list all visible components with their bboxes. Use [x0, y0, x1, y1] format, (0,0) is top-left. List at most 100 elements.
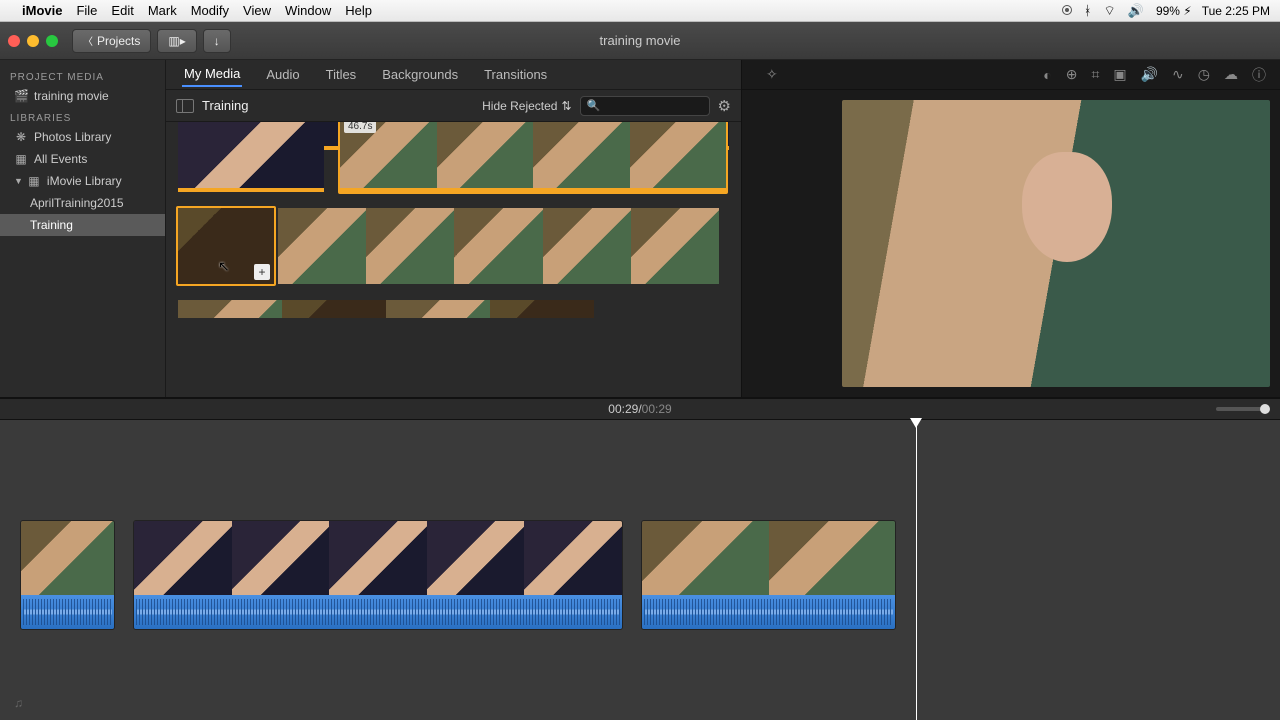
sidebar-item-label: Training [30, 218, 73, 232]
bluetooth-icon[interactable]: ᚼ [1084, 3, 1092, 18]
volume-icon[interactable]: 🔊 [1128, 3, 1144, 19]
window-controls [8, 35, 58, 47]
timeline-clip[interactable] [20, 520, 115, 630]
grid-icon: ▦ [27, 174, 41, 188]
import-button[interactable]: ↓ [203, 29, 231, 53]
clip-duration-badge: 46.7s [344, 122, 376, 133]
filter-dropdown[interactable]: Hide Rejected ⇅ [482, 99, 571, 113]
app-menu[interactable]: iMovie [22, 3, 62, 18]
usage-bar [178, 188, 324, 192]
usage-bar [340, 188, 726, 192]
tab-transitions[interactable]: Transitions [482, 63, 549, 86]
event-title: Training [202, 98, 248, 113]
battery-status[interactable]: 99% ⚡︎ [1156, 4, 1192, 18]
clip-thumbnail[interactable] [176, 298, 596, 318]
window-title: training movie [600, 33, 681, 48]
sidebar-item-label: Photos Library [34, 130, 111, 144]
projects-label: Projects [97, 34, 140, 48]
current-time: 00:29 [608, 402, 638, 416]
sidebar-event-training[interactable]: Training [0, 214, 165, 236]
menu-view[interactable]: View [243, 3, 271, 18]
search-input[interactable]: 🔍 [580, 96, 710, 116]
timeline-clip[interactable] [133, 520, 623, 630]
preview-content [1022, 152, 1112, 262]
minimize-window-button[interactable] [27, 35, 39, 47]
sidebar-imovie-library[interactable]: ▼▦iMovie Library [0, 170, 165, 192]
sidebar-project-item[interactable]: 🎬 training movie [0, 85, 165, 107]
clip-thumbnail[interactable] [276, 206, 721, 286]
macos-menubar: iMovie File Edit Mark Modify View Window… [0, 0, 1280, 22]
menubar-clock[interactable]: Tue 2:25 PM [1202, 4, 1270, 18]
audio-waveform[interactable] [642, 595, 895, 629]
sidebar-all-events[interactable]: ▦ All Events [0, 148, 165, 170]
project-media-header: PROJECT MEDIA [0, 66, 165, 85]
search-field[interactable] [604, 98, 702, 113]
speed-icon[interactable]: ◷ [1198, 66, 1210, 83]
sidebar-item-label: training movie [34, 89, 109, 103]
sidebar-item-label: All Events [34, 152, 87, 166]
crop-icon[interactable]: ⌗ [1091, 66, 1099, 83]
auto-enhance-icon[interactable]: ✧ [766, 66, 778, 83]
media-browser: My Media Audio Titles Backgrounds Transi… [166, 60, 742, 397]
clapper-icon: 🎬 [14, 89, 28, 103]
playhead[interactable] [916, 420, 917, 720]
tab-audio[interactable]: Audio [264, 63, 301, 86]
menu-mark[interactable]: Mark [148, 3, 177, 18]
cursor-icon: ↖ [218, 258, 230, 275]
viewer-toolbar: ✧ ◐ ⊕ ⌗ ▣ 🔊 ∿ ◷ ☁ ⓘ [742, 60, 1280, 90]
sidebar-photos-library[interactable]: ❋ Photos Library [0, 126, 165, 148]
clip-thumbnail[interactable] [176, 122, 326, 194]
main-split: PROJECT MEDIA 🎬training movie LIBRARIES … [0, 60, 1280, 398]
libraries-header: LIBRARIES [0, 107, 165, 126]
menu-modify[interactable]: Modify [191, 3, 229, 18]
sidebar-item-label: AprilTraining2015 [30, 196, 124, 210]
timeline-track [20, 520, 1260, 630]
audio-waveform[interactable] [21, 595, 114, 629]
timecode-bar: 00:29 / 00:29 [0, 398, 1280, 420]
library-sidebar: PROJECT MEDIA 🎬training movie LIBRARIES … [0, 60, 166, 397]
menu-help[interactable]: Help [345, 3, 372, 18]
disclosure-triangle-icon[interactable]: ▼ [14, 176, 23, 186]
clip-filter-icon[interactable]: ☁ [1224, 66, 1238, 83]
tab-my-media[interactable]: My Media [182, 62, 242, 87]
settings-gear-icon[interactable]: ⚙ [718, 97, 731, 115]
fullscreen-window-button[interactable] [46, 35, 58, 47]
record-indicator-icon [1062, 3, 1072, 18]
sidebar-event-apriltraining2015[interactable]: AprilTraining2015 [0, 192, 165, 214]
back-to-projects-button[interactable]: 〈 Projects [72, 29, 151, 53]
color-balance-icon[interactable]: ◐ [1043, 67, 1051, 83]
grid-icon: ▦ [14, 152, 28, 166]
preview-frame[interactable] [842, 100, 1270, 387]
tab-backgrounds[interactable]: Backgrounds [380, 63, 460, 86]
window-toolbar: 〈 Projects ▥▸ ↓ training movie [0, 22, 1280, 60]
info-icon[interactable]: ⓘ [1252, 65, 1266, 85]
stabilization-icon[interactable]: ▣ [1113, 66, 1126, 83]
total-time: 00:29 [642, 402, 672, 416]
battery-percent: 99% [1156, 4, 1180, 18]
clip-thumbnail-selected[interactable]: + ↖ [176, 206, 276, 286]
wifi-icon[interactable]: ⌔ [1104, 3, 1116, 19]
close-window-button[interactable] [8, 35, 20, 47]
music-track-icon[interactable]: ♫ [14, 696, 23, 710]
timeline-zoom-slider[interactable] [1216, 407, 1266, 411]
volume-icon[interactable]: 🔊 [1141, 66, 1158, 83]
audio-waveform[interactable] [134, 595, 622, 629]
clip-thumbnail-selected[interactable]: 46.7s [338, 122, 728, 194]
tab-titles[interactable]: Titles [324, 63, 359, 86]
preview-viewer: ✧ ◐ ⊕ ⌗ ▣ 🔊 ∿ ◷ ☁ ⓘ [742, 60, 1280, 397]
chevron-left-icon: 〈 [83, 33, 93, 48]
filter-label: Hide Rejected [482, 99, 557, 113]
menu-file[interactable]: File [76, 3, 97, 18]
timeline[interactable]: ♫ [0, 420, 1280, 720]
flower-icon: ❋ [14, 130, 28, 144]
library-view-toggle[interactable]: ▥▸ [157, 29, 196, 53]
timeline-clip[interactable] [641, 520, 896, 630]
color-correction-icon[interactable]: ⊕ [1066, 66, 1078, 83]
browser-filter-bar: Training Hide Rejected ⇅ 🔍 ⚙ [166, 90, 741, 122]
add-to-timeline-button[interactable]: + [254, 264, 270, 280]
updown-icon: ⇅ [561, 99, 571, 113]
noise-reduction-icon[interactable]: ∿ [1172, 66, 1184, 83]
list-view-toggle[interactable] [176, 99, 194, 113]
menu-edit[interactable]: Edit [111, 3, 133, 18]
menu-window[interactable]: Window [285, 3, 331, 18]
